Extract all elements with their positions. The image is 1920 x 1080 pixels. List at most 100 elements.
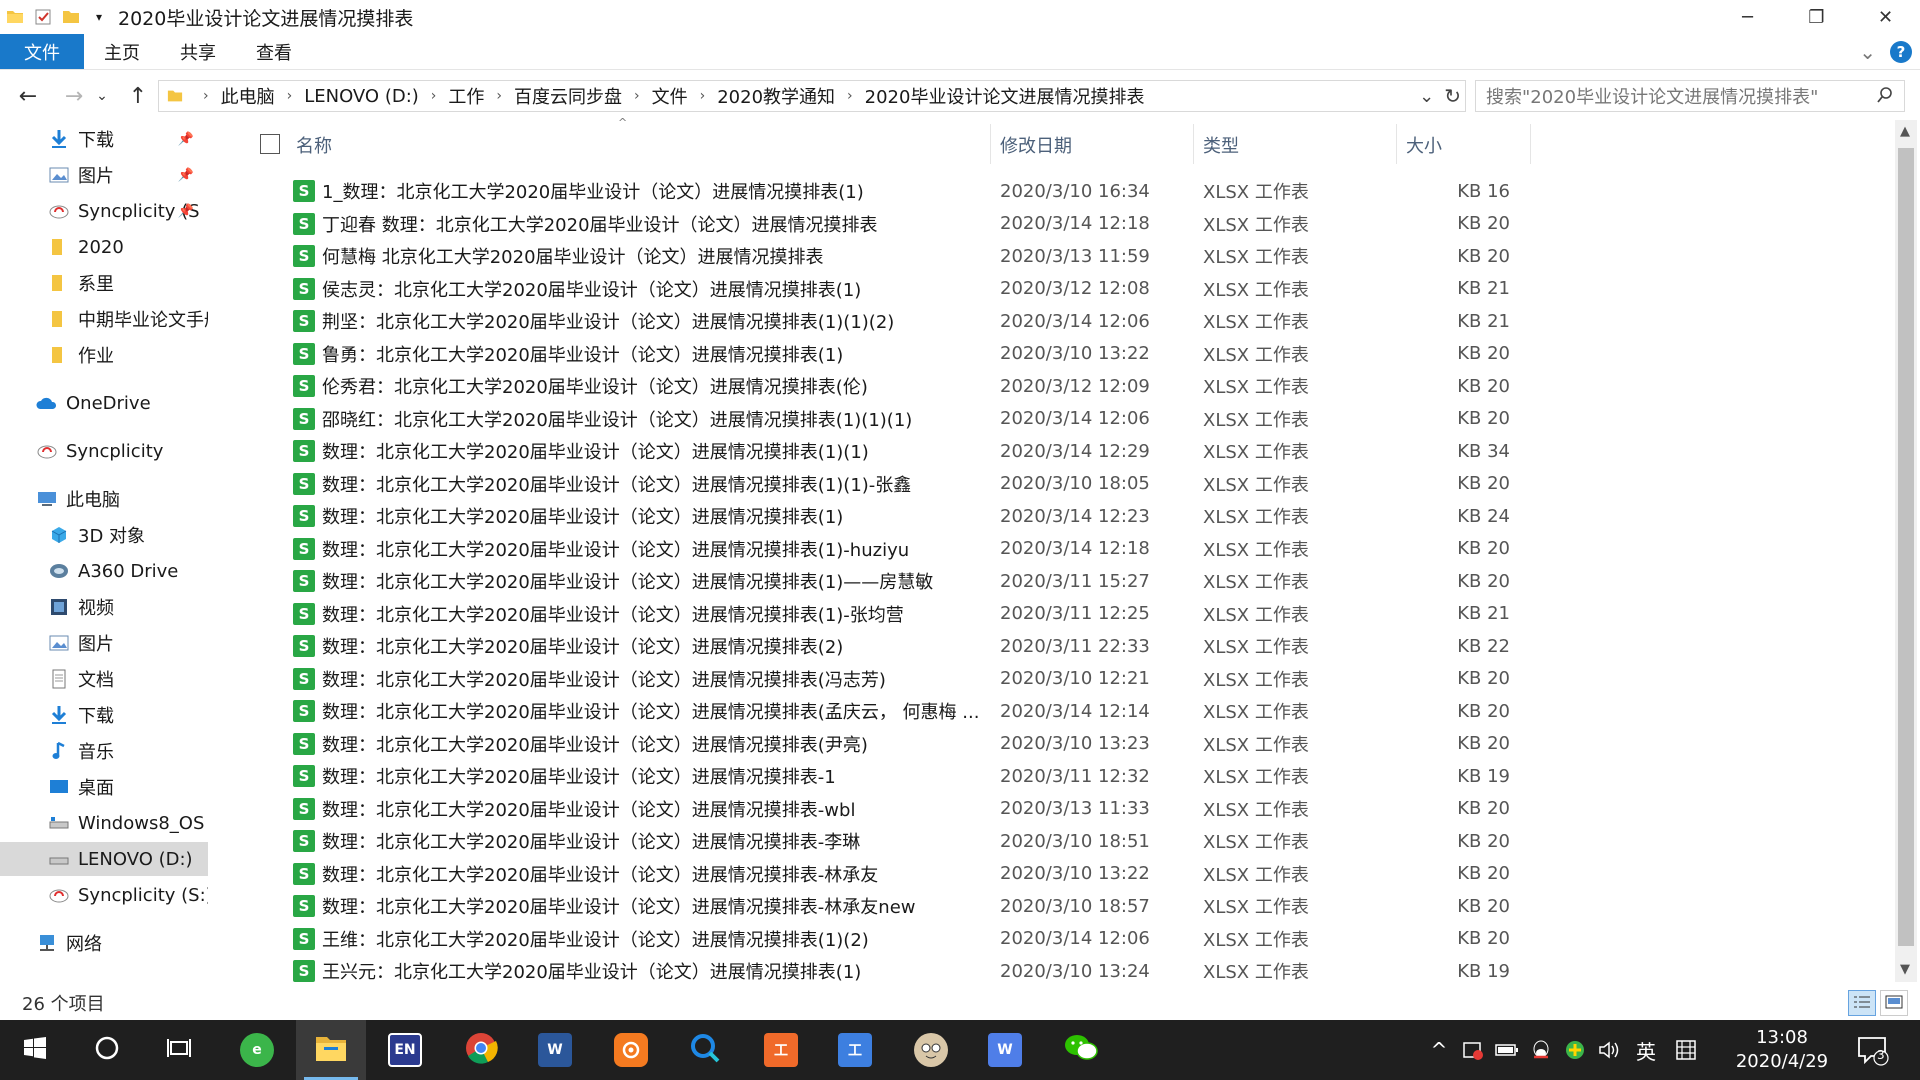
tab-view[interactable]: 查看 bbox=[236, 34, 312, 69]
show-hidden-icons-button[interactable]: ^ bbox=[1422, 1038, 1456, 1062]
table-row[interactable]: S 数理：北京化工大学2020届毕业设计（论文）进展情况摸排表(1) 2020/3/… bbox=[240, 500, 1540, 532]
properties-icon[interactable] bbox=[32, 6, 54, 28]
breadcrumb-item[interactable]: 百度云同步盘 bbox=[514, 83, 622, 109]
column-header-date[interactable]: 修改日期 bbox=[1000, 132, 1072, 158]
file-list-scrollbar[interactable]: ▲ ▼ bbox=[1895, 120, 1917, 982]
table-row[interactable]: S 鲁勇：北京化工大学2020届毕业设计（论文）进展情况摸排表(1) 2020/3/… bbox=[240, 338, 1540, 370]
search-input[interactable]: 搜索"2020毕业设计论文进展情况摸排表" bbox=[1475, 80, 1905, 112]
sidebar-item-desktop[interactable]: 桌面 bbox=[0, 770, 208, 804]
sidebar-item-downloads[interactable]: 下载 bbox=[0, 698, 208, 732]
table-row[interactable]: S 数理：北京化工大学2020届毕业设计（论文）进展情况摸排表(1)-张均营 202… bbox=[240, 598, 1540, 630]
table-row[interactable]: S 1_数理：北京化工大学2020届毕业设计（论文）进展情况摸排表(1) 2020/… bbox=[240, 175, 1540, 207]
address-dropdown-icon[interactable]: ⌄ bbox=[1419, 86, 1434, 107]
new-folder-icon[interactable] bbox=[60, 6, 82, 28]
taskbar-app-work-1[interactable]: 工 bbox=[746, 1020, 816, 1080]
restore-button[interactable]: ❐ bbox=[1782, 0, 1851, 34]
volume-icon[interactable] bbox=[1592, 1040, 1626, 1060]
sidebar-item-folder-homework[interactable]: 作业 bbox=[0, 338, 208, 372]
tab-share[interactable]: 共享 bbox=[160, 34, 236, 69]
sidebar-item-this-pc[interactable]: 此电脑 bbox=[0, 482, 208, 516]
details-view-button[interactable] bbox=[1848, 990, 1876, 1016]
sidebar-item-folder-xili[interactable]: 系里 bbox=[0, 266, 208, 300]
minimize-button[interactable]: ─ bbox=[1713, 0, 1782, 34]
column-divider[interactable] bbox=[990, 124, 991, 164]
cortana-button[interactable] bbox=[72, 1020, 142, 1080]
table-row[interactable]: S 数理：北京化工大学2020届毕业设计（论文）进展情况摸排表-林承友new 202… bbox=[240, 890, 1540, 922]
back-button[interactable]: ← bbox=[12, 80, 44, 112]
action-center-button[interactable]: 3 bbox=[1855, 1034, 1889, 1070]
sidebar-item-3d-objects[interactable]: 3D 对象 bbox=[0, 518, 208, 552]
taskbar-app-w-blue[interactable]: W bbox=[970, 1020, 1040, 1080]
table-row[interactable]: S 数理：北京化工大学2020届毕业设计（论文）进展情况摸排表-李琳 2020/3/… bbox=[240, 825, 1540, 857]
table-row[interactable]: S 数理：北京化工大学2020届毕业设计（论文）进展情况摸排表(冯志芳) 2020/… bbox=[240, 663, 1540, 695]
sidebar-item-pictures-pinned[interactable]: 图片 📌 bbox=[0, 158, 208, 192]
pin-icon[interactable]: 📌 bbox=[178, 132, 194, 147]
table-row[interactable]: S 数理：北京化工大学2020届毕业设计（论文）进展情况摸排表-1 2020/3/1… bbox=[240, 760, 1540, 792]
breadcrumb-separator[interactable]: › bbox=[634, 88, 640, 104]
help-icon[interactable]: ? bbox=[1890, 41, 1912, 63]
qq-icon[interactable] bbox=[1524, 1039, 1558, 1061]
file-list-scroll-thumb[interactable] bbox=[1898, 148, 1914, 946]
sidebar-item-syncplicity-s[interactable]: Syncplicity (S:) bbox=[0, 878, 208, 912]
table-row[interactable]: S 伦秀君：北京化工大学2020届毕业设计（论文）进展情况摸排表(伦) 2020/3… bbox=[240, 370, 1540, 402]
sidebar-item-music[interactable]: 音乐 bbox=[0, 734, 208, 768]
scroll-up-icon[interactable]: ▲ bbox=[1900, 124, 1910, 139]
customize-toolbar-icon[interactable]: ▾ bbox=[88, 6, 110, 28]
sidebar-item-network[interactable]: 网络 bbox=[0, 926, 208, 960]
breadcrumb-item[interactable]: 此电脑 bbox=[221, 83, 275, 109]
breadcrumb-item[interactable]: LENOVO (D:) bbox=[304, 86, 419, 107]
select-all-checkbox[interactable] bbox=[260, 134, 280, 154]
table-row[interactable]: S 数理：北京化工大学2020届毕业设计（论文）进展情况摸排表(1)——房慧敏 20… bbox=[240, 565, 1540, 597]
refresh-icon[interactable]: ↻ bbox=[1444, 84, 1461, 108]
pin-icon[interactable]: 📌 bbox=[178, 168, 194, 183]
close-button[interactable]: ✕ bbox=[1851, 0, 1920, 34]
tab-file[interactable]: 文件 bbox=[0, 34, 84, 69]
tray-app-green-icon[interactable] bbox=[1558, 1039, 1592, 1061]
taskbar-app-work-2[interactable]: 工 bbox=[820, 1020, 890, 1080]
breadcrumb-separator[interactable]: › bbox=[700, 88, 706, 104]
table-row[interactable]: S 侯志灵：北京化工大学2020届毕业设计（论文）进展情况摸排表(1) 2020/3… bbox=[240, 273, 1540, 305]
up-button[interactable]: ↑ bbox=[122, 80, 154, 112]
table-row[interactable]: S 丁迎春 数理：北京化工大学2020届毕业设计（论文）进展情况摸排表 2020/3… bbox=[240, 208, 1540, 240]
sidebar-item-folder-midterm[interactable]: 中期毕业论文手册 bbox=[0, 302, 208, 336]
table-row[interactable]: S 王维：北京化工大学2020届毕业设计（论文）进展情况摸排表(1)(2) 2020… bbox=[240, 923, 1540, 955]
sidebar-item-folder-2020[interactable]: 2020 bbox=[0, 230, 208, 264]
breadcrumb-item[interactable]: 2020教学通知 bbox=[717, 83, 835, 109]
taskbar-app-file-explorer[interactable] bbox=[296, 1020, 366, 1080]
address-bar[interactable]: › 此电脑 › LENOVO (D:) › 工作 › 百度云同步盘 › 文件 ›… bbox=[158, 80, 1466, 112]
table-row[interactable]: S 数理：北京化工大学2020届毕业设计（论文）进展情况摸排表(孟庆云， 何惠梅 … bbox=[240, 695, 1540, 727]
table-row[interactable]: S 数理：北京化工大学2020届毕业设计（论文）进展情况摸排表(1)-huziyu… bbox=[240, 533, 1540, 565]
taskbar-app-word[interactable]: W bbox=[520, 1020, 590, 1080]
table-row[interactable]: S 数理：北京化工大学2020届毕业设计（论文）进展情况摸排表(1)(1) 2020… bbox=[240, 435, 1540, 467]
search-icon[interactable] bbox=[1876, 86, 1894, 108]
sidebar-item-syncplicity-pinned[interactable]: Syncplicity (S 📌 bbox=[0, 194, 208, 228]
breadcrumb-separator[interactable]: › bbox=[431, 88, 437, 104]
taskbar-app-avatar[interactable] bbox=[896, 1020, 966, 1080]
sidebar-item-a360-drive[interactable]: A360 Drive bbox=[0, 554, 208, 588]
breadcrumb-separator[interactable]: › bbox=[287, 88, 293, 104]
taskbar-app-wechat[interactable] bbox=[1046, 1020, 1116, 1080]
expand-ribbon-icon[interactable]: ⌄ bbox=[1859, 40, 1876, 64]
tab-home[interactable]: 主页 bbox=[84, 34, 160, 69]
column-divider[interactable] bbox=[1530, 124, 1531, 164]
breadcrumb-separator[interactable]: › bbox=[203, 88, 209, 104]
table-row[interactable]: S 邵晓红：北京化工大学2020届毕业设计（论文）进展情况摸排表(1)(1)(1)… bbox=[240, 403, 1540, 435]
sidebar-item-documents[interactable]: 文档 bbox=[0, 662, 208, 696]
table-row[interactable]: S 数理：北京化工大学2020届毕业设计（论文）进展情况摸排表(2) 2020/3/… bbox=[240, 630, 1540, 662]
column-divider[interactable] bbox=[1396, 124, 1397, 164]
column-header-name[interactable]: 名称 bbox=[296, 132, 332, 158]
sidebar-item-lenovo-d[interactable]: LENOVO (D:) bbox=[0, 842, 208, 876]
column-header-size[interactable]: 大小 bbox=[1406, 132, 1442, 158]
sidebar-item-syncplicity[interactable]: Syncplicity bbox=[0, 434, 208, 468]
column-header-type[interactable]: 类型 bbox=[1203, 132, 1239, 158]
taskbar-app-browser-green[interactable]: e bbox=[222, 1020, 292, 1080]
battery-icon[interactable] bbox=[1490, 1043, 1524, 1057]
table-row[interactable]: S 何慧梅 北京化工大学2020届毕业设计（论文）进展情况摸排表 2020/3/13… bbox=[240, 240, 1540, 272]
column-divider[interactable] bbox=[1193, 124, 1194, 164]
sidebar-item-videos[interactable]: 视频 bbox=[0, 590, 208, 624]
breadcrumb-item[interactable]: 工作 bbox=[448, 83, 484, 109]
table-row[interactable]: S 王兴元：北京化工大学2020届毕业设计（论文）进展情况摸排表(1) 2020/3… bbox=[240, 955, 1540, 987]
ime-mode-icon[interactable] bbox=[1666, 1039, 1706, 1061]
taskbar-app-chrome[interactable] bbox=[446, 1020, 516, 1080]
tray-app-red-icon[interactable] bbox=[1456, 1039, 1490, 1061]
